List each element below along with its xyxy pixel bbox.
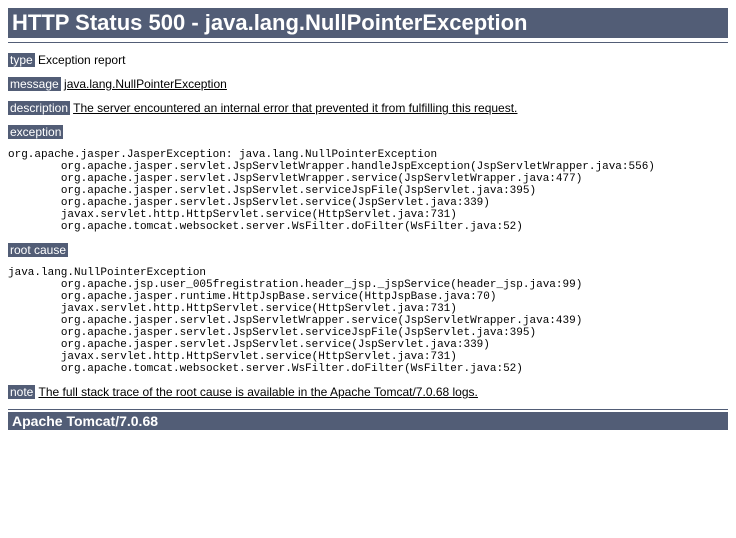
note-line: note The full stack trace of the root ca…	[8, 385, 728, 399]
type-label: type	[8, 53, 35, 67]
exception-trace: org.apache.jasper.JasperException: java.…	[8, 149, 728, 233]
divider	[8, 409, 728, 410]
note-value: The full stack trace of the root cause i…	[38, 385, 477, 399]
rootcause-trace: java.lang.NullPointerException org.apach…	[8, 267, 728, 375]
type-line: type Exception report	[8, 53, 728, 67]
description-line: description The server encountered an in…	[8, 101, 728, 115]
description-value: The server encountered an internal error…	[73, 101, 517, 115]
rootcause-label: root cause	[8, 243, 68, 257]
divider	[8, 42, 728, 43]
description-label: description	[8, 101, 70, 115]
exception-heading: exception	[8, 125, 728, 139]
server-footer: Apache Tomcat/7.0.68	[8, 412, 728, 430]
type-value: Exception report	[38, 53, 125, 67]
message-line: message java.lang.NullPointerException	[8, 77, 728, 91]
message-value: java.lang.NullPointerException	[64, 77, 227, 91]
note-label: note	[8, 385, 35, 399]
exception-label: exception	[8, 125, 63, 139]
message-label: message	[8, 77, 61, 91]
page-title: HTTP Status 500 - java.lang.NullPointerE…	[8, 8, 728, 38]
rootcause-heading: root cause	[8, 243, 728, 257]
